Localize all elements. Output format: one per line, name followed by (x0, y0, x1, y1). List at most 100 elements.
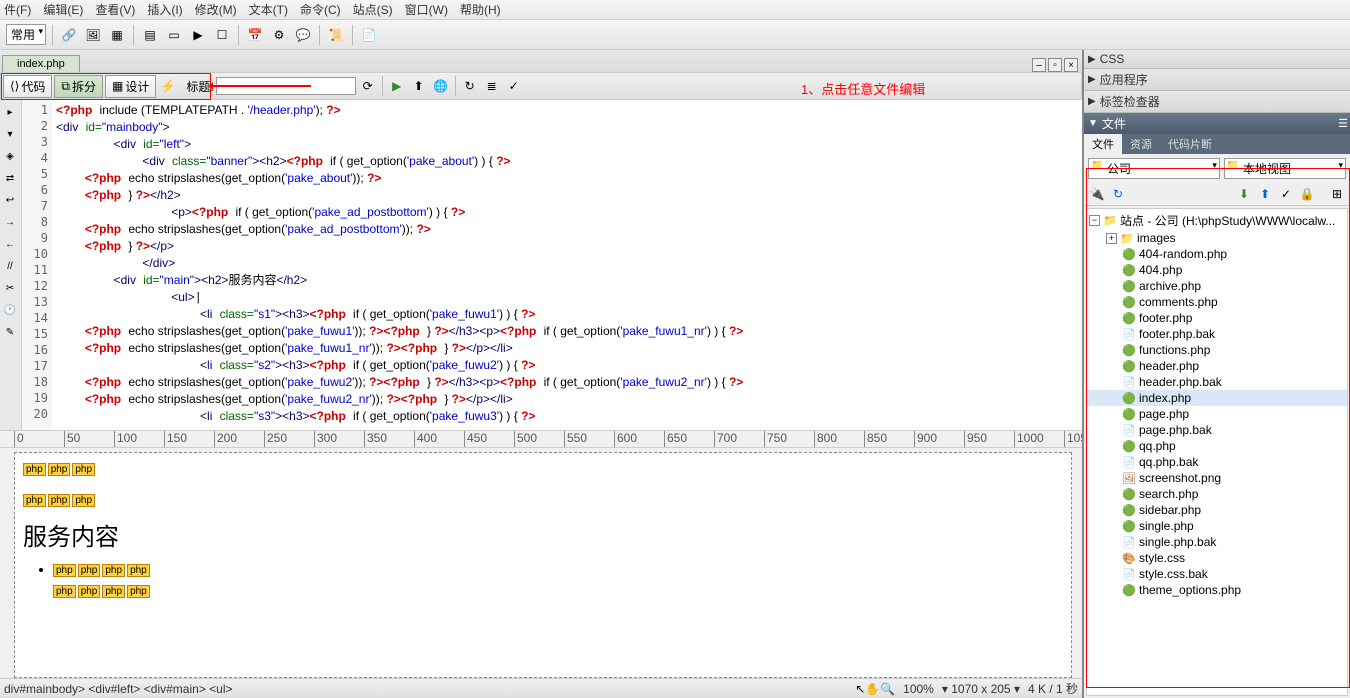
file-footer.php.bak[interactable]: 📄footer.php.bak (1087, 326, 1347, 342)
panel-tag-inspector[interactable]: ▶标签检查器 (1084, 91, 1350, 113)
file-style.css.bak[interactable]: 📄style.css.bak (1087, 566, 1347, 582)
menu-item[interactable]: 件(F) (4, 1, 31, 18)
file-search.php[interactable]: 🟢search.php (1087, 486, 1347, 502)
script-icon[interactable]: 📜 (326, 25, 346, 45)
file-qq.php[interactable]: 🟢qq.php (1087, 438, 1347, 454)
select-icon[interactable]: ◈ (1, 147, 19, 165)
panel-css[interactable]: ▶CSS (1084, 50, 1350, 69)
menu-item[interactable]: 查看(V) (95, 1, 135, 18)
zoom-level[interactable]: 100% (903, 682, 934, 696)
get-icon[interactable]: ⬇ (1235, 185, 1253, 203)
file-sidebar.php[interactable]: 🟢sidebar.php (1087, 502, 1347, 518)
wrap-icon[interactable]: ↩ (1, 191, 19, 209)
menu-item[interactable]: 文本(T) (249, 1, 288, 18)
menu-item[interactable]: 编辑(E) (43, 1, 83, 18)
link-icon[interactable]: 🔗 (59, 25, 79, 45)
panel-app[interactable]: ▶应用程序 (1084, 69, 1350, 91)
file-single.php.bak[interactable]: 📄single.php.bak (1087, 534, 1347, 550)
file-page.php.bak[interactable]: 📄page.php.bak (1087, 422, 1347, 438)
site-dropdown[interactable]: 公司 (1088, 158, 1220, 179)
view-code-button[interactable]: ⟨⟩ 代码 (3, 75, 52, 98)
menu-item[interactable]: 插入(I) (147, 1, 182, 18)
balance-icon[interactable]: ⇄ (1, 169, 19, 187)
doc-tab-index[interactable]: index.php (2, 55, 80, 72)
file-404.php[interactable]: 🟢404.php (1087, 262, 1347, 278)
file-single.php[interactable]: 🟢single.php (1087, 518, 1347, 534)
globe-icon[interactable]: 🌐 (431, 76, 451, 96)
recent-icon[interactable]: 🕐 (1, 301, 19, 319)
comment-icon[interactable]: 💬 (293, 25, 313, 45)
put-icon[interactable]: ⬆ (1256, 185, 1274, 203)
file-tree[interactable]: −📁站点 - 公司 (H:\phpStudy\WWW\localw... +📁i… (1086, 208, 1348, 696)
restore-icon[interactable]: ▫ (1048, 58, 1062, 72)
breadcrumb[interactable]: div#mainbody> <div#left> <div#main> <ul> (4, 682, 855, 696)
expand-icon[interactable]: ▾ (1, 125, 19, 143)
tab-files[interactable]: 文件 (1084, 134, 1122, 154)
form-icon[interactable]: ☐ (212, 25, 232, 45)
view-design-button[interactable]: ▦ 设计 (105, 75, 156, 98)
file-qq.php.bak[interactable]: 📄qq.php.bak (1087, 454, 1347, 470)
menu-item[interactable]: 修改(M) (195, 1, 237, 18)
tree-folder-images[interactable]: +📁images (1087, 230, 1347, 246)
zoom-icon[interactable]: 🔍 (880, 682, 895, 696)
view-dropdown[interactable]: 本地视图 (1224, 158, 1346, 179)
live-view-icon[interactable]: ⚡ (158, 76, 178, 96)
connect-icon[interactable]: 🔌 (1088, 185, 1106, 203)
code-editor[interactable]: <?php include (TEMPLATEPATH . '/header.p… (52, 100, 1082, 430)
server-icon[interactable]: ⚙ (269, 25, 289, 45)
list-icon[interactable]: ≣ (482, 76, 502, 96)
template-icon[interactable]: 📄 (359, 25, 379, 45)
outdent-icon[interactable]: ← (1, 235, 19, 253)
validate-icon[interactable]: ✓ (504, 76, 524, 96)
checkin-icon[interactable]: 🔒 (1298, 185, 1316, 203)
hand-icon[interactable]: ✋ (865, 682, 880, 696)
file-archive.php[interactable]: 🟢archive.php (1087, 278, 1347, 294)
layout-icon[interactable]: ▤ (140, 25, 160, 45)
snippet-icon[interactable]: ✂ (1, 279, 19, 297)
pointer-icon[interactable]: ↖ (855, 682, 865, 696)
tab-assets[interactable]: 资源 (1122, 134, 1160, 154)
file-screenshot.png[interactable]: 🖼screenshot.png (1087, 470, 1347, 486)
table-icon[interactable]: ▦ (107, 25, 127, 45)
tree-root[interactable]: −📁站点 - 公司 (H:\phpStudy\WWW\localw... (1087, 211, 1347, 230)
minimize-icon[interactable]: – (1032, 58, 1046, 72)
comment-icon[interactable]: // (1, 257, 19, 275)
media-icon[interactable]: ▶ (188, 25, 208, 45)
checkout-icon[interactable]: ✓ (1277, 185, 1295, 203)
menubar: 件(F) 编辑(E) 查看(V) 插入(I) 修改(M) 文本(T) 命令(C) 站点(S) 窗… (0, 0, 1350, 20)
tab-snippets[interactable]: 代码片断 (1160, 134, 1220, 154)
file-index.php[interactable]: 🟢index.php (1087, 390, 1347, 406)
file-header.php[interactable]: 🟢header.php (1087, 358, 1347, 374)
file-header.php.bak[interactable]: 📄header.php.bak (1087, 374, 1347, 390)
reload-icon[interactable]: ↻ (460, 76, 480, 96)
collapse-icon[interactable]: ▸ (1, 103, 19, 121)
file-theme_options.php[interactable]: 🟢theme_options.php (1087, 582, 1347, 598)
design-pane[interactable]: phpphpphp phpphpphp 服务内容 phpphpphpphp ph… (14, 452, 1072, 678)
preset-dropdown[interactable]: 常用 (6, 24, 46, 45)
upload-icon[interactable]: ⬆ (409, 76, 429, 96)
file-style.css[interactable]: 🎨style.css (1087, 550, 1347, 566)
div-icon[interactable]: ▭ (164, 25, 184, 45)
panel-options-icon[interactable]: ☰ (1338, 117, 1348, 130)
menu-item[interactable]: 站点(S) (353, 1, 393, 18)
menu-item[interactable]: 命令(C) (300, 1, 341, 18)
panel-files[interactable]: ▼文件☰ (1084, 113, 1350, 134)
menu-item[interactable]: 窗口(W) (405, 1, 448, 18)
separator (238, 25, 239, 45)
menu-item[interactable]: 帮助(H) (460, 1, 501, 18)
close-icon[interactable]: × (1064, 58, 1078, 72)
refresh-icon[interactable]: ↻ (1109, 185, 1127, 203)
expand-icon[interactable]: ⊞ (1328, 185, 1346, 203)
file-comments.php[interactable]: 🟢comments.php (1087, 294, 1347, 310)
file-footer.php[interactable]: 🟢footer.php (1087, 310, 1347, 326)
file-page.php[interactable]: 🟢page.php (1087, 406, 1347, 422)
file-functions.php[interactable]: 🟢functions.php (1087, 342, 1347, 358)
indent-icon[interactable]: → (1, 213, 19, 231)
date-icon[interactable]: 📅 (245, 25, 265, 45)
image-icon[interactable]: 🖼 (83, 25, 103, 45)
highlight-icon[interactable]: ✎ (1, 323, 19, 341)
play-icon[interactable]: ▶ (387, 76, 407, 96)
refresh-icon[interactable]: ⟳ (358, 76, 378, 96)
view-split-button[interactable]: ⧉ 拆分 (54, 75, 103, 98)
file-404-random.php[interactable]: 🟢404-random.php (1087, 246, 1347, 262)
